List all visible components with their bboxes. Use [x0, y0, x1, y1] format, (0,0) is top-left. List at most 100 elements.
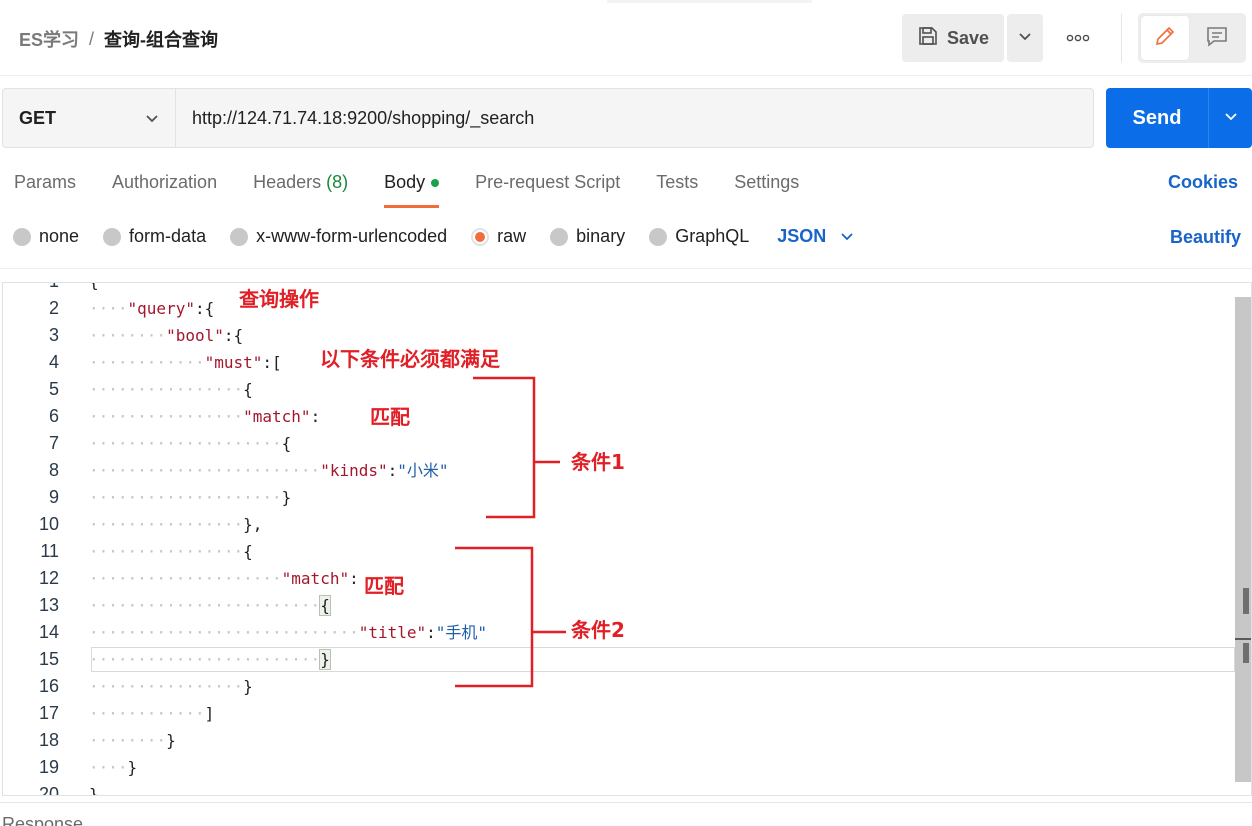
language-label: JSON — [777, 226, 827, 246]
save-icon — [917, 25, 939, 52]
tab-label: Authorization — [112, 172, 218, 192]
line-number: 14 — [38, 622, 59, 642]
send-button-group: Send — [1106, 88, 1252, 148]
line-number: 7 — [48, 433, 59, 453]
send-options-button[interactable] — [1208, 88, 1252, 148]
code-line: 1{ — [3, 283, 1251, 295]
code-text: ········"bool":{ — [89, 326, 244, 345]
view-mode-toggle — [1138, 13, 1246, 63]
tab-headers[interactable]: Headers (8) — [253, 172, 348, 208]
code-text: ················} — [89, 677, 253, 696]
code-lines: 1{ 2····"query":{ 3········"bool":{ 4···… — [3, 283, 1251, 796]
code-line: 7 ····················{ — [3, 430, 1251, 457]
headers-count: (8) — [326, 172, 349, 192]
response-header[interactable]: Response — [2, 814, 83, 826]
annotation-condition-2: 条件2 — [571, 618, 625, 642]
code-text: ····················"match": — [89, 569, 359, 588]
pencil-icon — [1153, 24, 1177, 53]
radio-button[interactable] — [103, 227, 122, 246]
line-number: 6 — [48, 406, 59, 426]
breadcrumb: ES学习 / 查询-组合查询 — [19, 26, 218, 52]
comment-icon — [1205, 24, 1229, 53]
tab-label: Tests — [656, 172, 699, 192]
save-label: Save — [946, 27, 990, 48]
scrollbar-cursor-marker — [1235, 638, 1251, 640]
save-options-button[interactable] — [1007, 14, 1043, 62]
code-line: 17 ············] — [3, 700, 1251, 727]
radio-label: binary — [576, 226, 626, 246]
code-line: 12 ····················"match": — [3, 565, 1251, 592]
code-line: 14 ····························"title":"手… — [3, 619, 1251, 646]
body-type-binary[interactable]: binary — [550, 226, 625, 247]
annotation-must-condition: 以下条件必须都满足 — [320, 347, 500, 371]
tab-pre-request-script[interactable]: Pre-request Script — [475, 172, 620, 208]
code-text: ················{ — [89, 380, 253, 399]
send-button[interactable]: Send — [1106, 88, 1208, 148]
header-divider — [1121, 14, 1122, 62]
code-line-current: 15 ························} — [3, 646, 1251, 673]
code-text: ············] — [89, 704, 215, 723]
tab-body[interactable]: Body — [384, 172, 440, 208]
body-type-none[interactable]: none — [13, 226, 79, 247]
body-type-graphql[interactable]: GraphQL — [649, 226, 749, 247]
more-actions-button[interactable] — [1056, 26, 1100, 50]
language-select[interactable]: JSON — [777, 226, 854, 247]
line-number: 19 — [38, 757, 59, 777]
radio-button[interactable] — [550, 227, 569, 246]
line-number: 13 — [38, 595, 59, 615]
tab-authorization[interactable]: Authorization — [112, 172, 217, 208]
ellipsis-icon — [1066, 29, 1090, 47]
code-text: ····················} — [89, 488, 292, 507]
code-text: ········} — [89, 731, 176, 750]
method-select[interactable]: GET — [2, 88, 176, 148]
tab-label: Settings — [734, 172, 800, 192]
line-number: 20 — [38, 784, 59, 796]
code-line: 2 ····"query":{ — [3, 295, 1251, 322]
tab-tests[interactable]: Tests — [656, 172, 698, 208]
line-number: 9 — [48, 487, 59, 507]
radio-label: form-data — [129, 226, 207, 246]
method-label: GET — [19, 107, 57, 128]
edit-mode-button[interactable] — [1141, 16, 1189, 60]
body-type-urlencoded[interactable]: x-www-form-urlencoded — [230, 226, 447, 247]
code-text: ············"must":[ — [89, 353, 282, 372]
chevron-down-icon — [1018, 29, 1032, 47]
tab-params[interactable]: Params — [14, 172, 76, 208]
body-type-form-data[interactable]: form-data — [103, 226, 206, 247]
beautify-link[interactable]: Beautify — [1170, 227, 1241, 248]
line-number: 11 — [40, 541, 59, 561]
radio-label: x-www-form-urlencoded — [256, 226, 448, 246]
section-divider — [0, 268, 1252, 269]
code-editor[interactable]: 1{ 2····"query":{ 3········"bool":{ 4···… — [2, 282, 1252, 796]
line-number: 16 — [38, 676, 59, 696]
breadcrumb-request-name[interactable]: 查询-组合查询 — [104, 26, 218, 52]
radio-button-selected[interactable] — [471, 227, 490, 246]
annotation-match-2: 匹配 — [364, 574, 404, 598]
annotation-match-1: 匹配 — [370, 405, 410, 429]
comments-button[interactable] — [1193, 16, 1241, 60]
radio-button[interactable] — [13, 227, 31, 246]
line-number: 5 — [48, 379, 59, 399]
body-type-raw[interactable]: raw — [471, 226, 526, 247]
radio-button[interactable] — [230, 227, 249, 246]
line-number: 17 — [38, 703, 59, 723]
scrollbar-marker — [1243, 643, 1249, 663]
code-text: ····························"title":"手机" — [89, 623, 488, 642]
editor-scrollbar[interactable] — [1235, 297, 1251, 782]
code-line: 13 ························{ — [3, 592, 1251, 619]
tab-label: Body — [384, 172, 426, 192]
code-text: ················}, — [89, 515, 263, 534]
url-input[interactable]: http://124.71.74.18:9200/shopping/_searc… — [176, 88, 1094, 148]
breadcrumb-collection[interactable]: ES学习 — [19, 26, 79, 52]
line-number: 12 — [38, 568, 59, 588]
code-line: 18 ········} — [3, 727, 1251, 754]
code-line: 6 ················"match": — [3, 403, 1251, 430]
cookies-link[interactable]: Cookies — [1168, 172, 1238, 193]
code-text: { — [89, 283, 99, 295]
code-text: ····} — [89, 758, 138, 777]
save-button[interactable]: Save — [902, 14, 1004, 62]
tab-settings[interactable]: Settings — [734, 172, 799, 208]
code-line: 10 ················}, — [3, 511, 1251, 538]
radio-button[interactable] — [649, 227, 668, 246]
line-number: 3 — [48, 325, 59, 345]
